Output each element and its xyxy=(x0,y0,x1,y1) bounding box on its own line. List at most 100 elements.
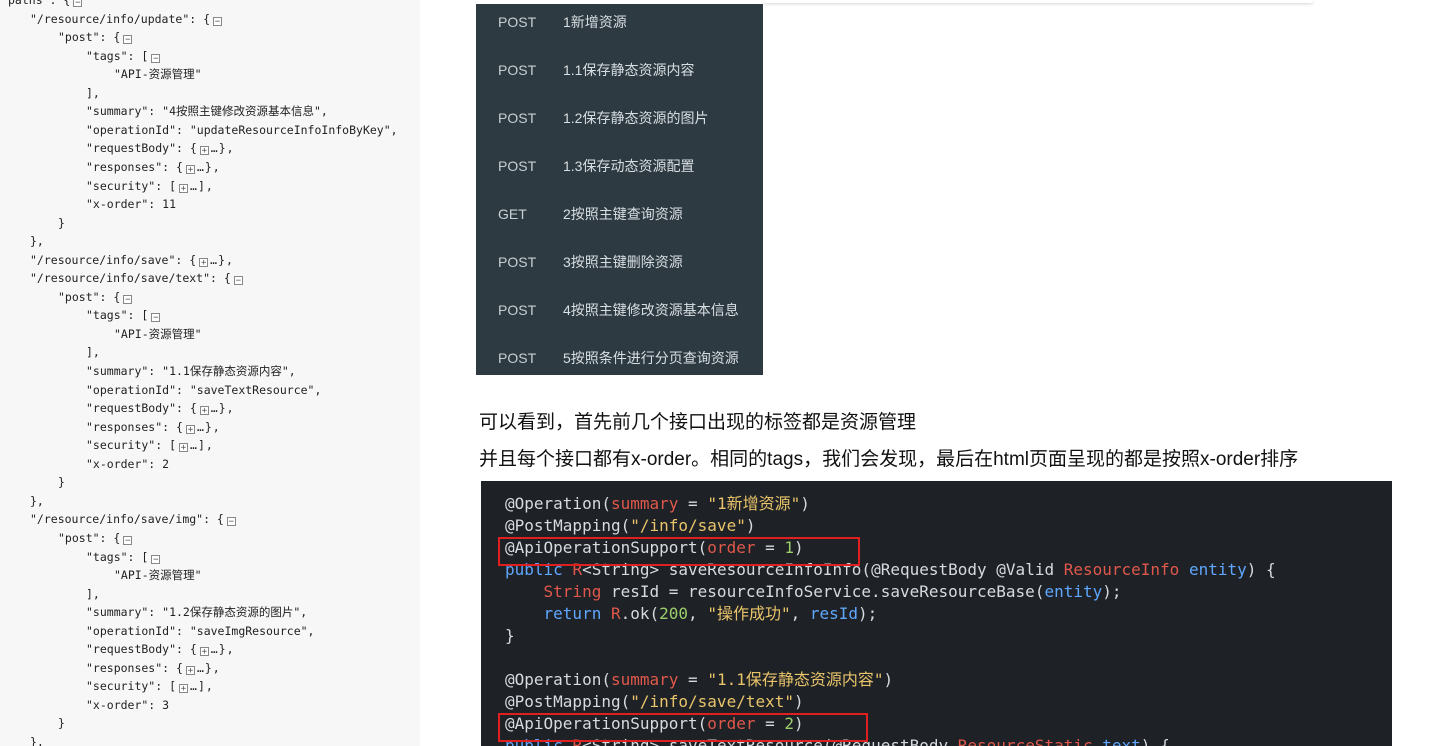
json-tree-panel: paths : {− "/resource/info/update": {− "po… xyxy=(0,0,420,746)
api-summary-label: 2按照主键查询资源 xyxy=(563,206,683,222)
json-line: "x-order": 11 xyxy=(86,195,176,214)
collapse-icon[interactable]: − xyxy=(213,16,223,26)
http-method-label: POST xyxy=(498,302,537,318)
expand-icon[interactable]: + xyxy=(179,443,189,453)
code-token: .ok( xyxy=(620,604,660,623)
api-menu-item[interactable]: POST 5按照条件进行分页查询资源 xyxy=(476,340,763,375)
expand-icon[interactable]: + xyxy=(185,424,195,434)
json-line: "responses": {+…}, xyxy=(86,158,221,177)
code-token: , xyxy=(790,604,810,623)
code-token: ) xyxy=(794,692,804,711)
json-line: "operationId": "saveTextResource", xyxy=(86,381,321,400)
json-line: "API-资源管理" xyxy=(114,325,202,344)
api-menu-item[interactable]: POST 4按照主键修改资源基本信息 xyxy=(476,292,763,340)
json-line-tail: …], xyxy=(190,178,214,193)
code-token: resId xyxy=(809,604,859,623)
code-token: ) { xyxy=(1140,736,1170,746)
json-line-text: "security": [ xyxy=(86,178,177,193)
code-token: @PostMapping( xyxy=(505,516,631,535)
http-method-label: POST xyxy=(498,14,537,30)
expand-icon[interactable]: + xyxy=(199,257,209,267)
json-line-text: paths : { xyxy=(8,0,71,7)
expand-icon[interactable]: + xyxy=(185,164,195,174)
json-line-text: "/resource/info/save/img": { xyxy=(30,512,224,527)
code-token: ) xyxy=(883,670,894,689)
http-method-label: POST xyxy=(498,110,537,126)
highlight-box-order-1 xyxy=(498,537,860,566)
code-token: ) { xyxy=(1246,560,1276,579)
api-summary-label: 1.1保存静态资源内容 xyxy=(563,62,695,78)
json-line: "API-资源管理" xyxy=(114,65,202,84)
code-block: @Operation(summary = "1新增资源") @PostMappin… xyxy=(481,481,1392,746)
expand-icon[interactable]: + xyxy=(199,406,209,416)
api-menu-item[interactable]: POST 1.1保存静态资源内容 xyxy=(476,52,763,100)
json-line-tail: …}, xyxy=(210,141,235,156)
collapse-icon[interactable]: − xyxy=(73,0,83,8)
api-summary-label: 5按照条件进行分页查询资源 xyxy=(563,350,739,366)
expand-icon[interactable]: + xyxy=(199,647,209,657)
json-line: }, xyxy=(30,232,44,251)
json-line-text: ], xyxy=(86,345,100,360)
json-line-text: "post": { xyxy=(58,30,121,45)
api-summary-label: 1.2保存静态资源的图片 xyxy=(563,110,709,126)
json-line: } xyxy=(58,214,65,233)
expand-icon[interactable]: + xyxy=(185,665,195,675)
code-token: = xyxy=(678,494,708,513)
code-token: return xyxy=(543,604,611,623)
code-token: , xyxy=(688,604,708,623)
json-line-text: "operationId": "saveTextResource", xyxy=(86,382,322,397)
api-summary-label: 3按照主键删除资源 xyxy=(563,254,683,270)
collapse-icon[interactable]: − xyxy=(151,313,161,323)
json-line-tail: …}, xyxy=(196,159,221,174)
code-token: entity xyxy=(1188,560,1247,579)
collapse-icon[interactable]: − xyxy=(151,554,161,564)
http-method-label: GET xyxy=(498,206,527,222)
json-line-text: "responses": { xyxy=(86,419,183,434)
json-line-text: }, xyxy=(30,493,44,508)
json-line: "responses": {+…}, xyxy=(86,659,221,678)
json-line-text: "responses": { xyxy=(86,660,183,675)
code-token: resId = resourceInfoService.saveResource… xyxy=(610,582,1045,601)
api-menu-item[interactable]: POST 3按照主键删除资源 xyxy=(476,244,763,292)
api-menu-item[interactable]: POST 1.3保存动态资源配置 xyxy=(476,148,763,196)
collapse-icon[interactable]: − xyxy=(123,535,133,545)
code-token: ) xyxy=(745,516,756,535)
json-line-text: } xyxy=(58,475,65,490)
expand-icon[interactable]: + xyxy=(179,684,189,694)
expand-icon[interactable]: + xyxy=(199,146,209,156)
json-line: "/resource/info/update": {− xyxy=(30,10,224,29)
api-menu: POST 1新增资源 POST 1.1保存静态资源内容 POST 1.2保存静态资源的图片… xyxy=(476,4,763,375)
json-line-tail: …}, xyxy=(196,419,221,434)
json-line: "security": [+…], xyxy=(86,436,214,455)
code-token: entity xyxy=(1044,582,1103,601)
json-line-text: "post": { xyxy=(58,289,121,304)
collapse-icon[interactable]: − xyxy=(233,276,243,286)
json-line: "post": {− xyxy=(58,288,134,307)
json-line: "tags": [− xyxy=(86,548,162,567)
collapse-icon[interactable]: − xyxy=(123,294,133,304)
api-menu-item[interactable]: POST 1.2保存静态资源的图片 xyxy=(476,100,763,148)
json-line: }, xyxy=(30,733,44,746)
code-token: summary xyxy=(610,670,679,689)
expand-icon[interactable]: + xyxy=(179,183,189,193)
code-token: R xyxy=(610,604,621,623)
json-line-text: "summary": "1.2保存静态资源的图片", xyxy=(86,605,308,620)
collapse-icon[interactable]: − xyxy=(123,35,133,45)
code-token: String xyxy=(543,582,611,601)
json-line-text: "/resource/info/save/text": { xyxy=(30,271,231,286)
top-card-edge xyxy=(763,0,1313,3)
json-line: "x-order": 3 xyxy=(86,696,169,715)
json-line: "security": [+…], xyxy=(86,177,214,196)
api-menu-item[interactable]: GET 2按照主键查询资源 xyxy=(476,196,763,244)
collapse-icon[interactable]: − xyxy=(151,53,161,63)
json-line: "operationId": "updateResourceInfoInfoBy… xyxy=(86,121,398,140)
collapse-icon[interactable]: − xyxy=(226,517,236,527)
api-menu-item[interactable]: POST 1新增资源 xyxy=(476,4,763,52)
json-line-text: "security": [ xyxy=(86,679,177,694)
json-line: paths : {− xyxy=(8,0,84,10)
json-line-text: "operationId": "updateResourceInfoInfoBy… xyxy=(86,122,398,137)
json-line-text: } xyxy=(58,215,65,230)
http-method-label: POST xyxy=(498,62,537,78)
json-line-text: }, xyxy=(30,234,44,249)
